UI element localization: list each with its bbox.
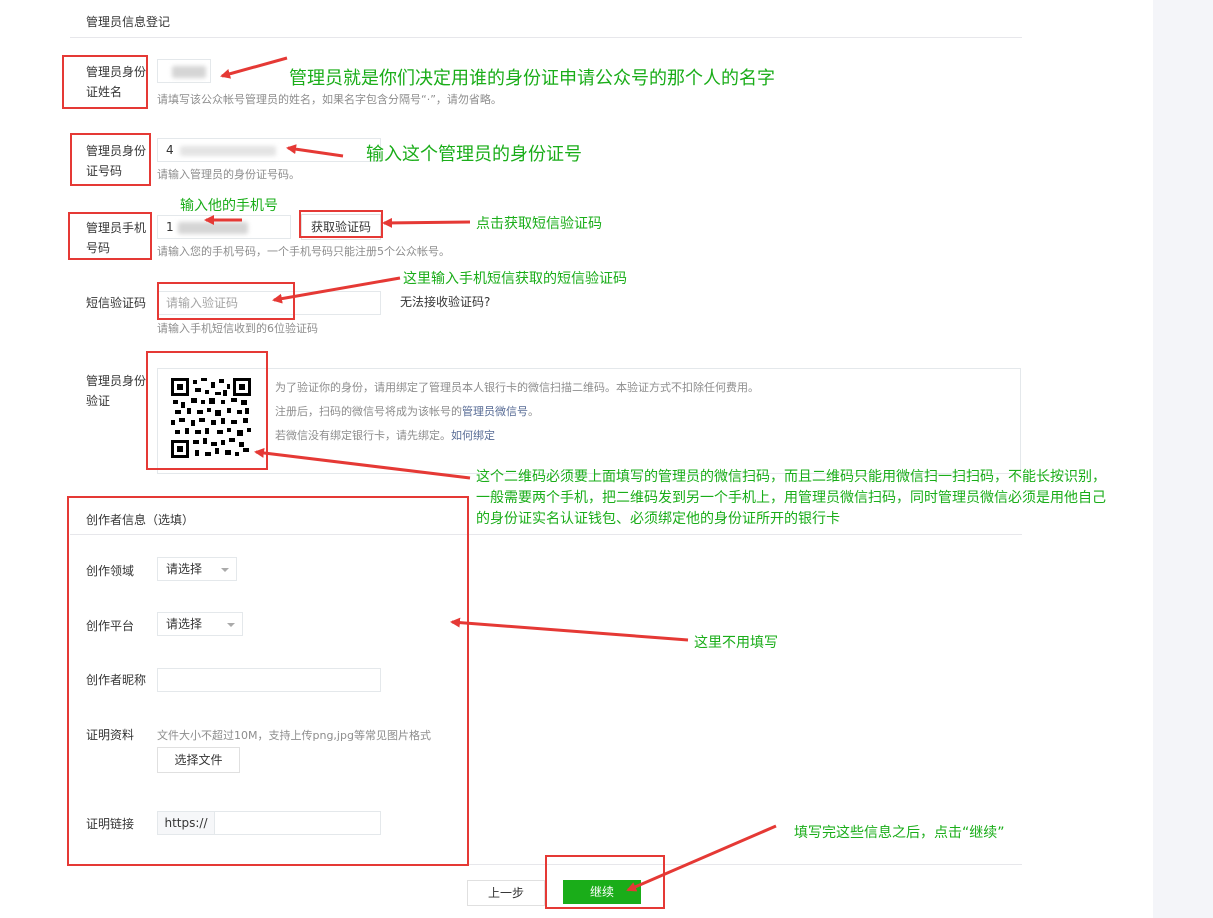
arrow — [626, 824, 777, 892]
annotation-id: 输入这个管理员的身份证号 — [366, 144, 582, 165]
arrow — [220, 56, 288, 79]
arrow — [382, 217, 471, 228]
annotation-continue: 填写完这些信息之后，点击“继续” — [794, 825, 1005, 841]
annotation-arrows — [204, 56, 777, 892]
annotation-sms: 这里输入手机短信获取的短信验证码 — [403, 271, 627, 287]
arrow — [450, 617, 689, 642]
arrow — [254, 448, 471, 480]
annotation-qr: 这个二维码必须要上面填写的管理员的微信扫码，而且二维码只能用微信扫一扫扫码，不能… — [476, 469, 1106, 527]
annotation-optional: 这里不用填写 — [694, 635, 778, 651]
arrow — [286, 144, 344, 158]
annotation-name: 管理员就是你们决定用谁的身份证申请公众号的那个人的名字 — [289, 68, 775, 89]
annotation-get-code: 点击获取短信验证码 — [476, 216, 602, 232]
annotation-phone: 输入他的手机号 — [180, 198, 278, 214]
arrow — [272, 276, 401, 304]
